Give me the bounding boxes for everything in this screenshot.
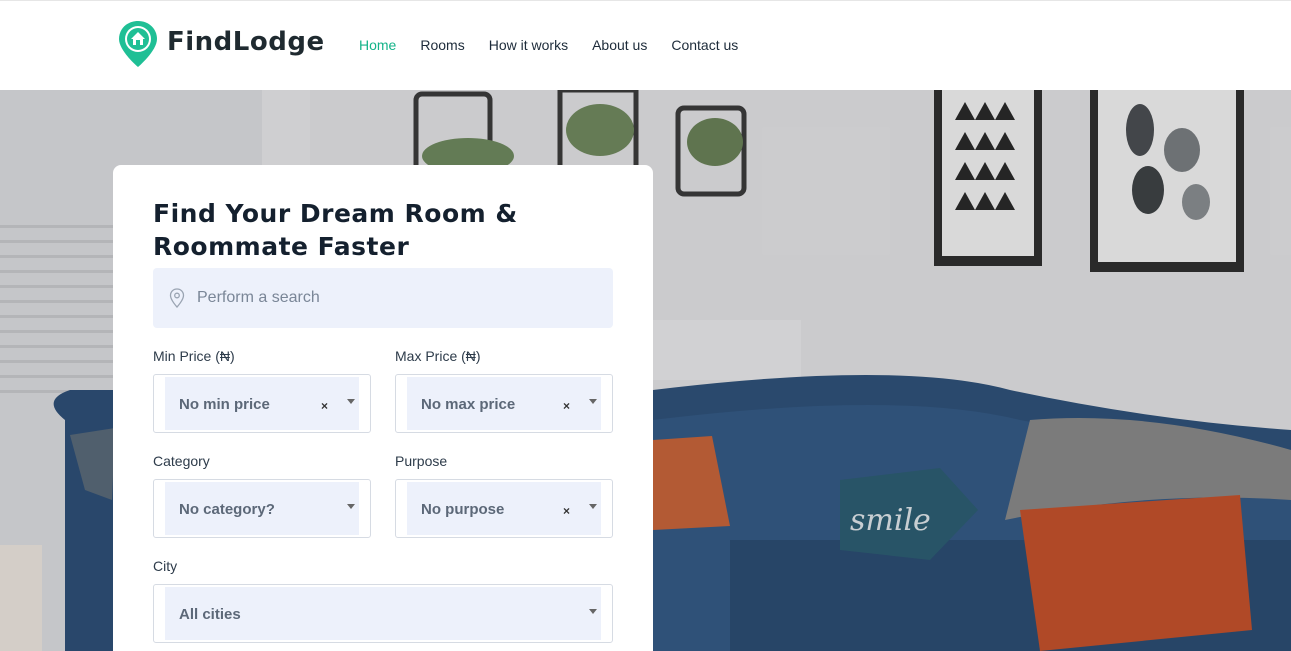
category-label: Category — [153, 453, 210, 469]
category-value: No category? — [179, 501, 275, 518]
max-price-label: Max Price (₦) — [395, 348, 481, 364]
min-price-select[interactable]: No min price × — [153, 374, 371, 433]
chevron-down-icon — [589, 609, 597, 614]
search-placeholder: Perform a search — [197, 289, 320, 306]
brand-logo[interactable]: FindLodge — [117, 19, 325, 69]
search-input[interactable]: Perform a search — [153, 268, 613, 328]
min-price-label: Min Price (₦) — [153, 348, 235, 364]
clear-icon[interactable]: × — [563, 399, 570, 413]
nav-how-it-works[interactable]: How it works — [489, 37, 568, 53]
location-pin-icon — [169, 288, 185, 308]
chevron-down-icon — [347, 504, 355, 509]
chevron-down-icon — [347, 399, 355, 404]
clear-icon[interactable]: × — [563, 504, 570, 518]
city-select[interactable]: All cities — [153, 584, 613, 643]
main-nav: Home Rooms How it works About us Contact… — [359, 37, 738, 53]
search-card: Find Your Dream Room & Roommate Faster P… — [113, 165, 653, 651]
site-header: FindLodge Home Rooms How it works About … — [0, 0, 1291, 90]
city-label: City — [153, 558, 178, 574]
purpose-value: No purpose — [421, 501, 505, 518]
chevron-down-icon — [589, 399, 597, 404]
nav-about-us[interactable]: About us — [592, 37, 647, 53]
clear-icon[interactable]: × — [321, 399, 328, 413]
house-pin-icon — [117, 19, 159, 69]
city-value: All cities — [179, 606, 241, 623]
purpose-select[interactable]: No purpose × — [395, 479, 613, 538]
min-price-value: No min price — [179, 396, 270, 413]
max-price-select[interactable]: No max price × — [395, 374, 613, 433]
purpose-label: Purpose — [395, 453, 448, 469]
brand-name: FindLodge — [167, 27, 325, 57]
max-price-value: No max price — [421, 396, 516, 413]
category-select[interactable]: No category? — [153, 479, 371, 538]
nav-home[interactable]: Home — [359, 37, 396, 53]
nav-rooms[interactable]: Rooms — [420, 37, 464, 53]
chevron-down-icon — [589, 504, 597, 509]
nav-contact-us[interactable]: Contact us — [671, 37, 738, 53]
search-card-title: Find Your Dream Room & Roommate Faster — [153, 199, 518, 261]
